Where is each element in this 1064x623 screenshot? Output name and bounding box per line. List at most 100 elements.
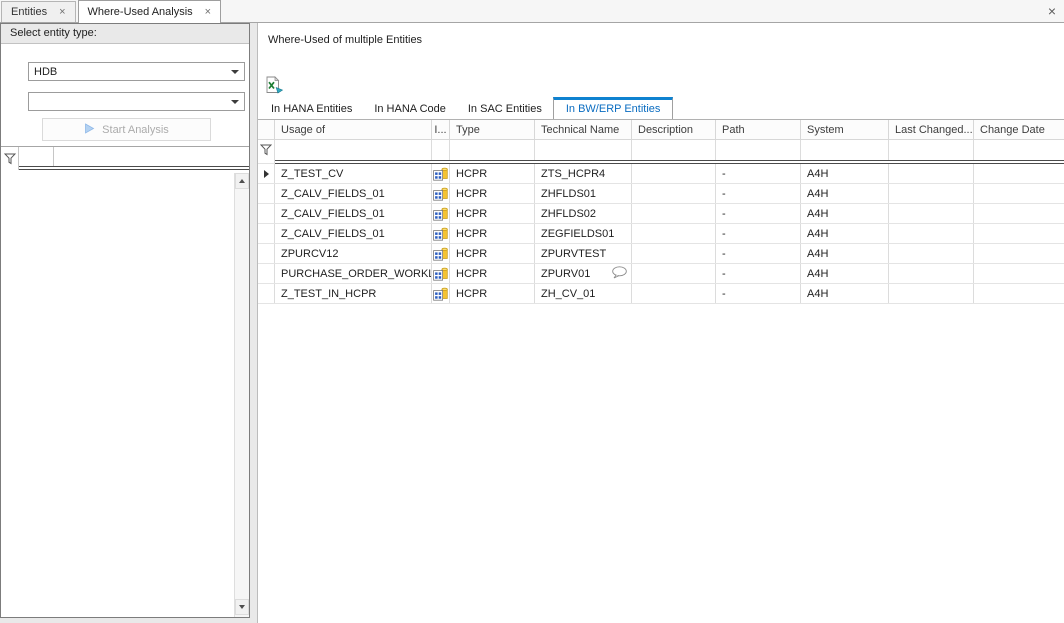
last-changed-cell[interactable] xyxy=(889,184,974,203)
start-analysis-button[interactable]: Start Analysis xyxy=(42,118,211,141)
change-date-cell[interactable] xyxy=(974,244,1064,263)
description-cell[interactable] xyxy=(632,204,716,223)
table-row[interactable]: Z_TEST_CV HCPR ZTS_HCPR4 - A4H xyxy=(258,164,1064,184)
filter-cell[interactable] xyxy=(432,140,450,160)
filter-cell[interactable] xyxy=(974,140,1064,160)
system-cell[interactable]: A4H xyxy=(801,204,889,223)
comment-bubble-icon[interactable] xyxy=(611,266,628,282)
path-cell[interactable]: - xyxy=(716,184,801,203)
scroll-up-icon[interactable] xyxy=(235,173,249,189)
close-icon[interactable]: × xyxy=(1048,4,1056,18)
tab-entities[interactable]: Entities × xyxy=(1,1,76,22)
system-cell[interactable]: A4H xyxy=(801,284,889,303)
column-header-change-date[interactable]: Change Date xyxy=(974,120,1064,139)
system-cell[interactable]: A4H xyxy=(801,244,889,263)
filter-cell[interactable] xyxy=(716,140,801,160)
entity-dropdown[interactable] xyxy=(28,92,245,111)
change-date-cell[interactable] xyxy=(974,284,1064,303)
last-changed-cell[interactable] xyxy=(889,244,974,263)
vertical-scrollbar[interactable] xyxy=(234,173,249,617)
table-row[interactable]: Z_CALV_FIELDS_01 HCPR ZEGFIELDS01 - A4H xyxy=(258,224,1064,244)
path-cell[interactable]: - xyxy=(716,224,801,243)
tab-in-hana-entities[interactable]: In HANA Entities xyxy=(260,99,363,119)
close-icon[interactable]: × xyxy=(59,7,65,18)
description-cell[interactable] xyxy=(632,264,716,283)
column-header-technical-name[interactable]: Technical Name xyxy=(535,120,632,139)
change-date-cell[interactable] xyxy=(974,224,1064,243)
column-header-type[interactable]: Type xyxy=(450,120,535,139)
technical-name-cell[interactable]: ZPURV01 xyxy=(535,264,632,283)
tab-in-bw-erp-entities[interactable]: In BW/ERP Entities xyxy=(553,97,674,119)
change-date-cell[interactable] xyxy=(974,204,1064,223)
filter-cell[interactable] xyxy=(801,140,889,160)
technical-name-cell[interactable]: ZTS_HCPR4 xyxy=(535,164,632,183)
chevron-down-icon[interactable] xyxy=(226,70,244,74)
usage-of-cell[interactable]: PURCHASE_ORDER_WORKLIST xyxy=(275,264,432,283)
usage-of-cell[interactable]: ZPURCV12 xyxy=(275,244,432,263)
path-cell[interactable]: - xyxy=(716,244,801,263)
last-changed-cell[interactable] xyxy=(889,224,974,243)
description-cell[interactable] xyxy=(632,224,716,243)
table-row[interactable]: Z_CALV_FIELDS_01 HCPR ZHFLDS01 - A4H xyxy=(258,184,1064,204)
description-cell[interactable] xyxy=(632,184,716,203)
filter-cell[interactable] xyxy=(632,140,716,160)
usage-of-cell[interactable]: Z_TEST_IN_HCPR xyxy=(275,284,432,303)
grid-filter-cell[interactable] xyxy=(54,147,249,166)
usage-of-cell[interactable]: Z_CALV_FIELDS_01 xyxy=(275,204,432,223)
description-cell[interactable] xyxy=(632,164,716,183)
change-date-cell[interactable] xyxy=(974,184,1064,203)
grid-filter-cell[interactable] xyxy=(19,147,54,166)
usage-of-cell[interactable]: Z_CALV_FIELDS_01 xyxy=(275,184,432,203)
column-header-description[interactable]: Description xyxy=(632,120,716,139)
type-cell[interactable]: HCPR xyxy=(450,284,535,303)
type-cell[interactable]: HCPR xyxy=(450,164,535,183)
column-header-icon[interactable]: I... xyxy=(432,120,450,139)
change-date-cell[interactable] xyxy=(974,264,1064,283)
technical-name-cell[interactable]: ZEGFIELDS01 xyxy=(535,224,632,243)
filter-funnel-icon[interactable] xyxy=(258,140,275,164)
type-cell[interactable]: HCPR xyxy=(450,224,535,243)
scroll-down-icon[interactable] xyxy=(235,599,249,615)
type-cell[interactable]: HCPR xyxy=(450,204,535,223)
last-changed-cell[interactable] xyxy=(889,264,974,283)
technical-name-cell[interactable]: ZHFLDS01 xyxy=(535,184,632,203)
type-cell[interactable]: HCPR xyxy=(450,264,535,283)
system-cell[interactable]: A4H xyxy=(801,164,889,183)
path-cell[interactable]: - xyxy=(716,204,801,223)
system-cell[interactable]: A4H xyxy=(801,224,889,243)
column-header-path[interactable]: Path xyxy=(716,120,801,139)
usage-of-cell[interactable]: Z_TEST_CV xyxy=(275,164,432,183)
tab-in-hana-code[interactable]: In HANA Code xyxy=(363,99,457,119)
table-row[interactable]: ZPURCV12 HCPR ZPURVTEST - A4H xyxy=(258,244,1064,264)
last-changed-cell[interactable] xyxy=(889,204,974,223)
path-cell[interactable]: - xyxy=(716,264,801,283)
export-to-excel-button[interactable] xyxy=(263,76,285,96)
technical-name-cell[interactable]: ZHFLDS02 xyxy=(535,204,632,223)
grid-filter-row[interactable] xyxy=(1,147,249,170)
change-date-cell[interactable] xyxy=(974,164,1064,183)
filter-funnel-icon[interactable] xyxy=(1,147,19,170)
tab-where-used-analysis[interactable]: Where-Used Analysis × xyxy=(78,0,222,23)
usage-of-cell[interactable]: Z_CALV_FIELDS_01 xyxy=(275,224,432,243)
type-cell[interactable]: HCPR xyxy=(450,184,535,203)
path-cell[interactable]: - xyxy=(716,284,801,303)
filter-cell[interactable] xyxy=(535,140,632,160)
description-cell[interactable] xyxy=(632,284,716,303)
type-cell[interactable]: HCPR xyxy=(450,244,535,263)
grid-filter-cells[interactable] xyxy=(19,147,249,170)
chevron-down-icon[interactable] xyxy=(226,100,244,104)
filter-cell[interactable] xyxy=(889,140,974,160)
tab-in-sac-entities[interactable]: In SAC Entities xyxy=(457,99,553,119)
filter-cell[interactable] xyxy=(275,140,432,160)
entity-type-dropdown[interactable]: HDB xyxy=(28,62,245,81)
technical-name-cell[interactable]: ZPURVTEST xyxy=(535,244,632,263)
technical-name-cell[interactable]: ZH_CV_01 xyxy=(535,284,632,303)
system-cell[interactable]: A4H xyxy=(801,184,889,203)
column-header-usage-of[interactable]: Usage of xyxy=(275,120,432,139)
column-header-system[interactable]: System xyxy=(801,120,889,139)
last-changed-cell[interactable] xyxy=(889,164,974,183)
table-row[interactable]: PURCHASE_ORDER_WORKLIST HCPR ZPURV01 - A… xyxy=(258,264,1064,284)
close-icon[interactable]: × xyxy=(205,7,211,18)
filter-cell[interactable] xyxy=(450,140,535,160)
description-cell[interactable] xyxy=(632,244,716,263)
